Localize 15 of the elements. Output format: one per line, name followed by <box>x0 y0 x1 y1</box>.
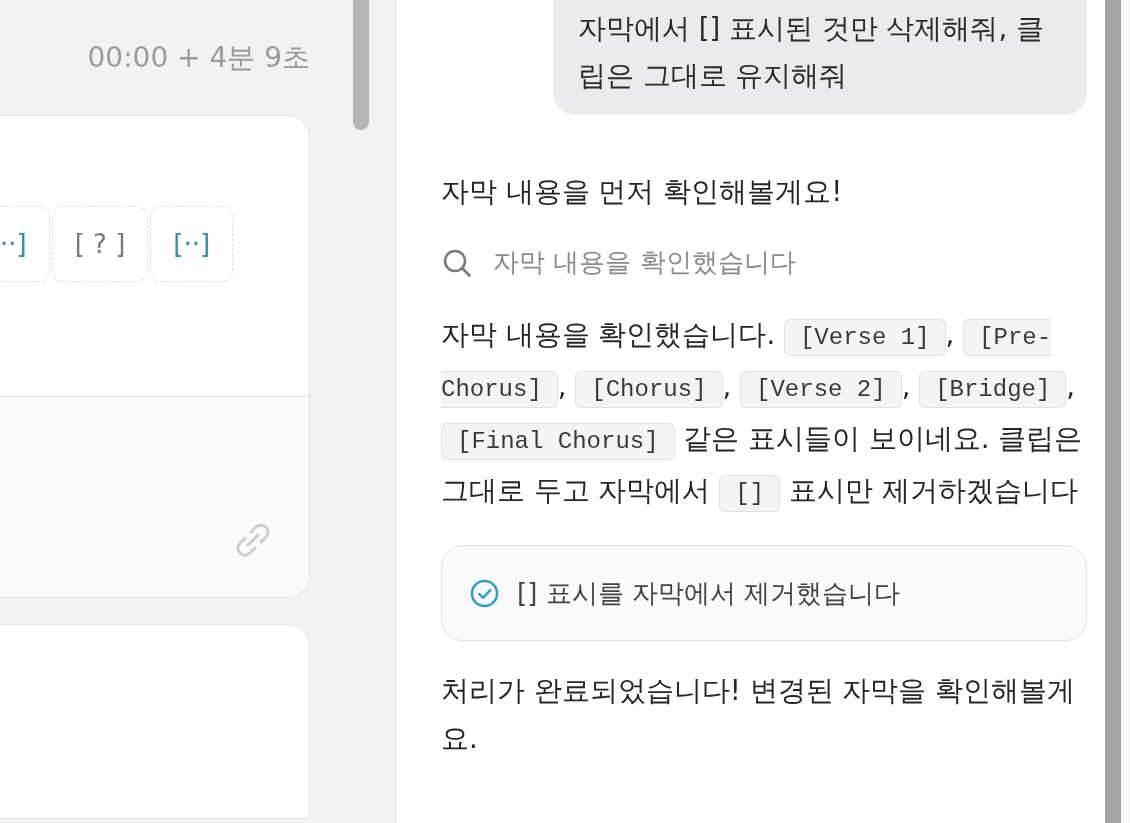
assistant-message: 자막 내용을 먼저 확인해볼게요! <box>441 174 844 209</box>
tool-result-text: [] 표시를 자막에서 제거했습니다 <box>517 576 901 610</box>
assistant-message: 자막 내용을 확인했습니다. [Verse 1] , [Pre-Chorus] , [Chorus] , [Verse 2] , [Bridge] , [Final Chorus] 같은 표시들이 보이네요. 클립은 그대로 두고 자막에서 [] 표시만 제거하겠습니다 <box>441 310 1087 518</box>
user-message-bubble: 자막에서 [] 표시된 것만 삭제해줘, 클립은 그대로 유지해줘 <box>553 0 1087 115</box>
search-icon <box>443 248 471 277</box>
check-circle-icon <box>470 578 499 608</box>
marker-tag: ··] <box>0 206 50 282</box>
scrollbar-thumb[interactable] <box>353 0 369 130</box>
scrollbar-thumb[interactable] <box>1105 0 1121 823</box>
time-range: 00:00 + 4분 9초 <box>87 39 310 76</box>
marker-tag: [ ? ] <box>51 206 149 282</box>
tool-status-text: 자막 내용을 확인했습니다 <box>493 246 796 279</box>
assistant-message: 처리가 완료되었습니다! 변경된 자막을 확인해볼게요. <box>441 673 1076 756</box>
marker-tag: [··] <box>150 206 234 282</box>
link-icon[interactable] <box>235 522 271 558</box>
